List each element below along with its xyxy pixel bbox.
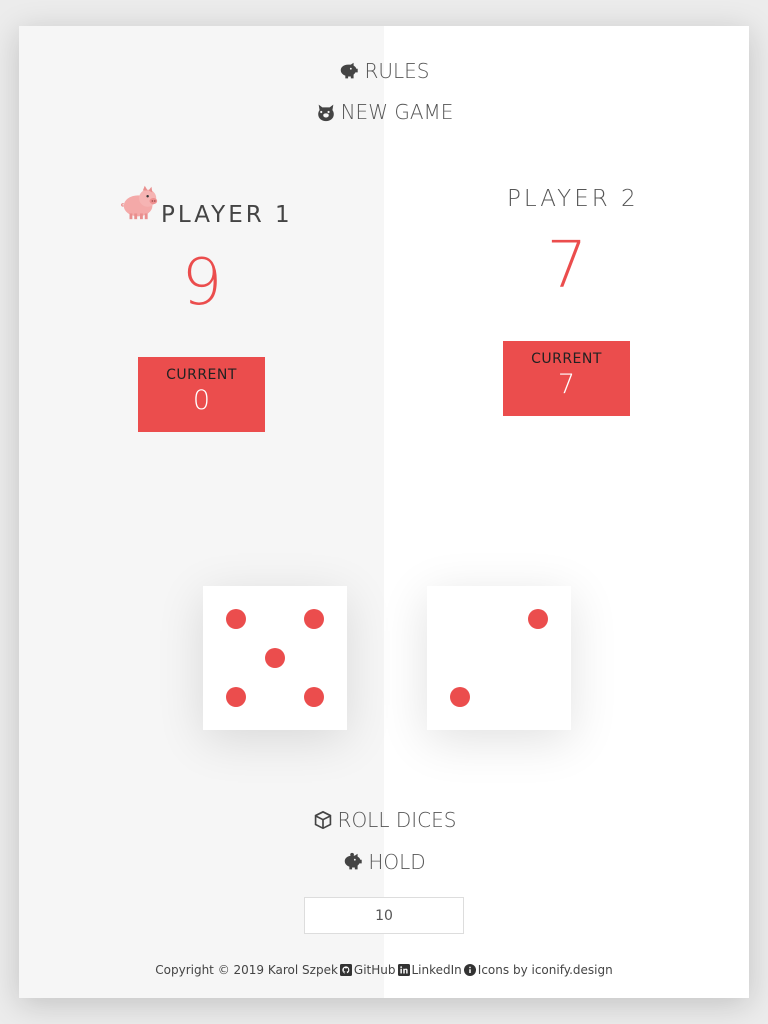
roll-dice-button[interactable]: ROLL DICES <box>19 807 749 833</box>
player-1-current-value: 0 <box>192 385 211 416</box>
player-2-current-label: CURRENT <box>531 351 602 367</box>
rules-button[interactable]: RULES <box>19 58 749 84</box>
dice-1 <box>203 586 347 730</box>
linkedin-icon <box>397 964 410 976</box>
new-game-label: NEW GAME <box>340 100 454 124</box>
game-board: RULES NEW GAME PLAYER 1 9 CURRENT 0 PLAY… <box>19 26 749 998</box>
icons-credit-link[interactable]: Icons by iconify.design <box>478 963 613 977</box>
dice-pip <box>303 686 324 707</box>
active-player-pig-icon <box>119 181 161 223</box>
dice-pip <box>527 609 548 630</box>
hold-button[interactable]: HOLD <box>19 849 749 875</box>
player-1-current-label: CURRENT <box>166 367 237 383</box>
player-2-current-value: 7 <box>557 369 576 400</box>
roll-label: ROLL DICES <box>337 808 457 832</box>
player-2-current-box: CURRENT 7 <box>503 341 630 416</box>
dice-2 <box>427 586 571 730</box>
dice-pip <box>303 609 324 630</box>
copyright-text: Copyright © 2019 Karol Szpek <box>155 963 338 977</box>
player-2-name: PLAYER 2 <box>507 186 639 212</box>
github-icon <box>339 964 352 976</box>
player-1-current-box: CURRENT 0 <box>138 357 265 432</box>
pig-face-icon <box>315 101 337 123</box>
piggy-bank-icon <box>342 851 364 873</box>
cube-icon <box>312 809 334 831</box>
dice-pip <box>226 686 247 707</box>
player-1-score: 9 <box>181 246 223 320</box>
dice-pip <box>450 686 471 707</box>
github-link[interactable]: GitHub <box>354 963 396 977</box>
footer: Copyright © 2019 Karol Szpek GitHub Link… <box>19 963 749 977</box>
info-icon <box>463 964 476 976</box>
hold-label: HOLD <box>368 850 426 874</box>
rules-label: RULES <box>364 59 430 83</box>
dice-pip <box>265 648 285 668</box>
winning-score-input[interactable] <box>304 897 464 934</box>
player-1-name: PLAYER 1 <box>161 202 293 228</box>
new-game-button[interactable]: NEW GAME <box>19 99 749 125</box>
dice-pip <box>226 609 247 630</box>
player-2-score: 7 <box>546 229 588 303</box>
piggy-bank-icon <box>338 60 360 82</box>
linkedin-link[interactable]: LinkedIn <box>412 963 462 977</box>
